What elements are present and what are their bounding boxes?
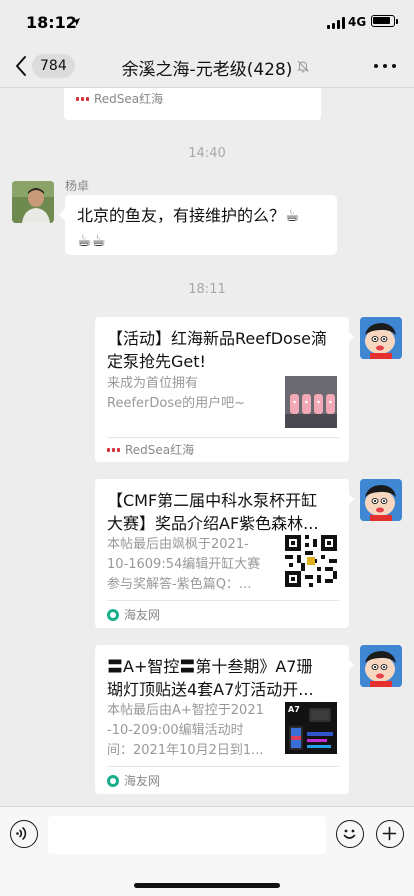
message-text-line: ☕☕ <box>77 231 106 250</box>
link-thumbnail-image <box>285 376 337 428</box>
thumbnail-label: A7 <box>288 705 300 714</box>
avatar-self[interactable] <box>360 317 402 359</box>
cellular-signal-icon <box>327 17 345 29</box>
status-bar: 18:12 4G <box>0 0 414 44</box>
message-text-line: 北京的鱼友，有接维护的么？☕ <box>77 206 300 225</box>
mute-bell-icon <box>297 60 309 73</box>
link-card[interactable]: 〓A+智控〓第十叁期》A7珊 瑚灯顶贴送4套A7灯活动开... 本帖最后由A+智… <box>95 645 349 794</box>
qr-code-thumbnail <box>285 535 337 587</box>
card-source-label: RedSea红海 <box>94 92 164 106</box>
card-source: RedSea红海 <box>107 441 194 458</box>
link-title: 【活动】红海新品ReefDose滴 定泵抢先Get! <box>107 329 328 371</box>
previous-link-card[interactable]: RedSea红海 <box>64 88 321 120</box>
cartoon-avatar-icon <box>360 645 402 687</box>
link-description: 本帖最后由A+智控于2021 -10-209:00编辑活动时 间：2021年10… <box>107 703 264 758</box>
link-description: 来成为首位拥有 ReeferDose的用户吧~ <box>107 376 245 411</box>
link-card[interactable]: 【CMF第二届中科水泵杯开缸 大赛】奖品介绍AF紫色森林... 本帖最后由飒枫于… <box>95 479 349 628</box>
status-time: 18:12 <box>26 13 77 32</box>
card-source-label: 海友网 <box>124 774 161 788</box>
emoji-icon[interactable] <box>336 820 364 848</box>
more-options-icon[interactable] <box>374 64 398 70</box>
back-chevron-icon[interactable] <box>14 55 28 77</box>
message-input[interactable] <box>48 816 326 854</box>
avatar-self[interactable] <box>360 479 402 521</box>
link-title: 【CMF第二届中科水泵杯开缸 大赛】奖品介绍AF紫色森林... <box>107 491 319 533</box>
card-source-label: RedSea红海 <box>125 443 195 457</box>
link-thumbnail-image: A7 <box>285 702 337 754</box>
haiyou-logo-icon <box>107 774 119 787</box>
person-photo-icon <box>12 181 54 223</box>
card-source-label: 海友网 <box>124 608 161 622</box>
timestamp: 18:11 <box>188 282 226 297</box>
chat-header: 784 余溪之海-元老级(428) <box>0 44 414 88</box>
input-bar <box>0 806 414 896</box>
link-description: 本帖最后由飒枫于2021- 10-1609:54编辑开缸大赛 参与奖解答-紫色篇… <box>107 537 261 592</box>
text-message-bubble[interactable]: 北京的鱼友，有接维护的么？☕ ☕☕ <box>65 195 337 255</box>
haiyou-logo-icon <box>107 608 119 621</box>
timestamp: 14:40 <box>188 146 226 161</box>
network-type: 4G <box>348 15 367 29</box>
link-card[interactable]: 【活动】红海新品ReefDose滴 定泵抢先Get! 来成为首位拥有 Reefe… <box>95 317 349 462</box>
cartoon-avatar-icon <box>360 317 402 359</box>
battery-icon <box>371 15 395 27</box>
home-indicator[interactable] <box>134 883 280 888</box>
location-arrow-icon <box>72 18 80 26</box>
voice-input-icon[interactable] <box>10 820 38 848</box>
card-source: 海友网 <box>107 606 160 623</box>
avatar-yangzhuo[interactable] <box>12 181 54 223</box>
link-title: 〓A+智控〓第十叁期》A7珊 瑚灯顶贴送4套A7灯活动开... <box>107 657 314 699</box>
chat-title[interactable]: 余溪之海-元老级(428) <box>92 55 322 80</box>
message-list[interactable]: RedSea红海 14:40 杨卓 北京的鱼友，有接维护的么？☕ ☕☕ 18:1… <box>0 88 414 806</box>
unread-count-badge[interactable]: 784 <box>32 54 75 78</box>
redsea-logo-icon <box>107 446 121 454</box>
redsea-logo-icon <box>76 95 90 103</box>
avatar-self[interactable] <box>360 645 402 687</box>
card-source: 海友网 <box>107 772 160 789</box>
sender-name: 杨卓 <box>65 179 90 193</box>
card-source: RedSea红海 <box>76 90 163 107</box>
more-functions-plus-icon[interactable] <box>376 820 404 848</box>
cartoon-avatar-icon <box>360 479 402 521</box>
